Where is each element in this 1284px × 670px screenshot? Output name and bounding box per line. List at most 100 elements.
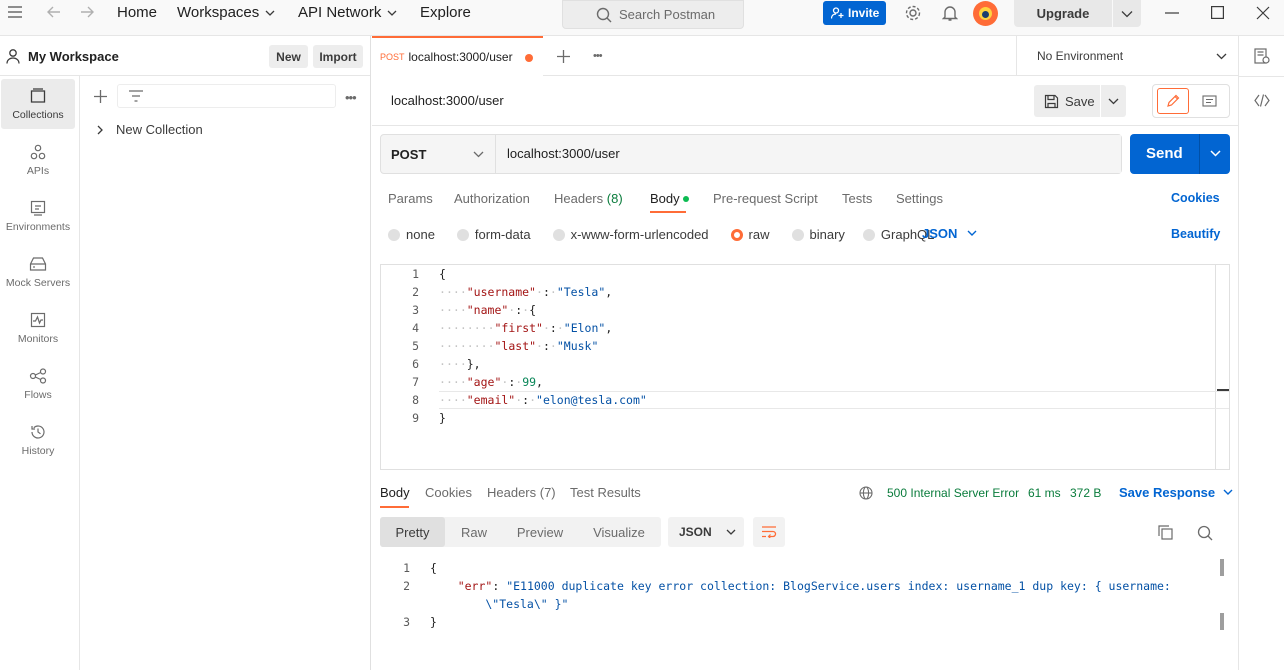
view-raw[interactable]: Raw [445,517,503,547]
line-number: 9 [412,411,419,425]
tab-tests[interactable]: Tests [842,191,872,206]
mock-servers-icon [29,256,47,271]
sidebar: My Workspace New Import Collections APIs… [0,36,371,670]
workspace-header: My Workspace New Import [0,36,370,76]
upgrade-dropdown[interactable] [1113,0,1141,27]
avatar[interactable] [973,1,998,26]
tab-options-icon[interactable]: ••• [593,50,603,62]
view-visualize[interactable]: Visualize [577,517,661,547]
search-response-icon[interactable] [1197,525,1213,541]
radio-form-data[interactable]: form-data [456,227,531,242]
body-editor[interactable]: 1 {2 ····"username"·:·"Tesla", 3 ····"name"·… [380,264,1230,470]
history-icon [31,424,45,439]
response-time[interactable]: 61 ms [1028,486,1061,500]
sidebar-item-monitors[interactable]: Monitors [0,303,76,353]
save-button[interactable]: Save [1034,85,1100,117]
tab-settings[interactable]: Settings [896,191,943,206]
nav-home[interactable]: Home [117,0,157,26]
maximize-icon[interactable] [1211,6,1224,19]
new-label: New [276,49,301,64]
sidebar-item-history[interactable]: History [0,415,76,465]
method-selector[interactable]: POST [381,135,496,173]
comments-toggle[interactable] [1193,88,1225,114]
environment-selector[interactable]: No Environment [1016,36,1238,76]
copy-icon[interactable] [1158,525,1173,540]
save-dropdown[interactable] [1101,85,1126,117]
nav-workspaces[interactable]: Workspaces [177,0,275,26]
invite-button[interactable]: Invite [823,1,886,25]
radio-binary[interactable]: binary [791,227,845,242]
tab-pre-request-script[interactable]: Pre-request Script [713,191,818,206]
sidebar-item-label: Collections [12,108,64,121]
view-pretty[interactable]: Pretty [380,517,445,547]
collection-filter-input[interactable] [117,84,336,108]
sidebar-item-flows[interactable]: Flows [0,359,76,409]
wrap-lines-button[interactable] [753,517,785,547]
nav-api-network[interactable]: API Network [298,0,397,26]
response-size[interactable]: 372 B [1070,486,1101,500]
wrap-icon [762,526,777,538]
sidebar-item-environments[interactable]: Environments [0,191,76,241]
status-badge[interactable]: 500 Internal Server Error [887,486,1019,500]
request-name[interactable]: localhost:3000/user [391,93,504,108]
notification-bell-icon[interactable] [942,4,958,22]
send-button[interactable]: Send [1130,134,1230,174]
new-button[interactable]: New [269,45,308,68]
add-collection-icon[interactable] [94,90,107,103]
resp-tab-headers[interactable]: Headers (7) [487,485,556,500]
search-bar[interactable]: Search Postman [562,0,744,29]
radio-none[interactable]: none [388,227,435,242]
flows-icon [29,367,47,384]
response-format-selector[interactable]: JSON [668,517,744,547]
globe-icon[interactable] [859,486,873,500]
edit-toggle[interactable] [1157,88,1189,114]
tab-headers[interactable]: Headers (8) [554,191,623,206]
url-input[interactable]: localhost:3000/user [497,135,1121,173]
nav-api-network-label: API Network [298,4,382,21]
collection-item[interactable]: New Collection [96,122,203,137]
code-line: ····"username"·:·"Tesla", [439,285,613,299]
sidebar-item-collections[interactable]: Collections [1,79,75,129]
cookies-link[interactable]: Cookies [1171,191,1220,205]
nav-explore[interactable]: Explore [420,0,471,26]
radio-raw[interactable]: raw [730,227,770,242]
new-tab-icon[interactable] [557,50,570,63]
resp-tab-test-results[interactable]: Test Results [570,485,641,500]
tab-authorization[interactable]: Authorization [454,191,530,206]
line-number: 3 [403,615,410,629]
code-snippet-icon[interactable] [1254,94,1270,107]
top-bar: Home Workspaces API Network Explore Sear… [0,0,1284,36]
more-options-icon[interactable]: ••• [345,90,357,105]
resp-tab-body[interactable]: Body [380,485,410,508]
beautify-link[interactable]: Beautify [1171,227,1220,241]
line-number: 8 [412,393,419,407]
close-window-icon[interactable] [1256,6,1270,20]
resp-tab-cookies[interactable]: Cookies [425,485,472,500]
chevron-down-icon[interactable] [1210,150,1221,157]
chevron-down-icon [1108,98,1119,104]
import-button[interactable]: Import [313,45,363,68]
sidebar-item-mock-servers[interactable]: Mock Servers [0,247,76,297]
format-selector[interactable]: JSON [922,226,977,241]
menu-icon[interactable] [8,6,22,18]
minimize-icon[interactable] [1165,12,1179,14]
back-arrow-icon[interactable] [47,6,61,18]
save-icon [1044,94,1059,108]
upgrade-button[interactable]: Upgrade [1014,0,1112,27]
forward-arrow-icon[interactable] [80,6,94,18]
invite-label: Invite [848,6,880,20]
view-visualize-label: Visualize [593,524,645,540]
view-preview[interactable]: Preview [503,517,577,547]
response-body[interactable]: 1 {2 "err": "E11000 duplicate key error c… [372,557,1238,670]
sidebar-item-apis[interactable]: APIs [0,135,76,185]
tab-body[interactable]: Body [650,191,689,213]
settings-icon[interactable] [904,4,922,22]
radio-urlencoded[interactable]: x-www-form-urlencoded [552,227,709,242]
radio-none-label: none [406,227,435,242]
tab-params[interactable]: Params [388,191,433,206]
line-number: 1 [403,561,410,575]
save-response-button[interactable]: Save Response [1119,485,1233,500]
main-area: POST localhost:3000/user ••• No Environm… [372,36,1238,670]
request-tab[interactable]: POST localhost:3000/user [372,36,543,76]
request-tab-title: localhost:3000/user [408,50,513,64]
